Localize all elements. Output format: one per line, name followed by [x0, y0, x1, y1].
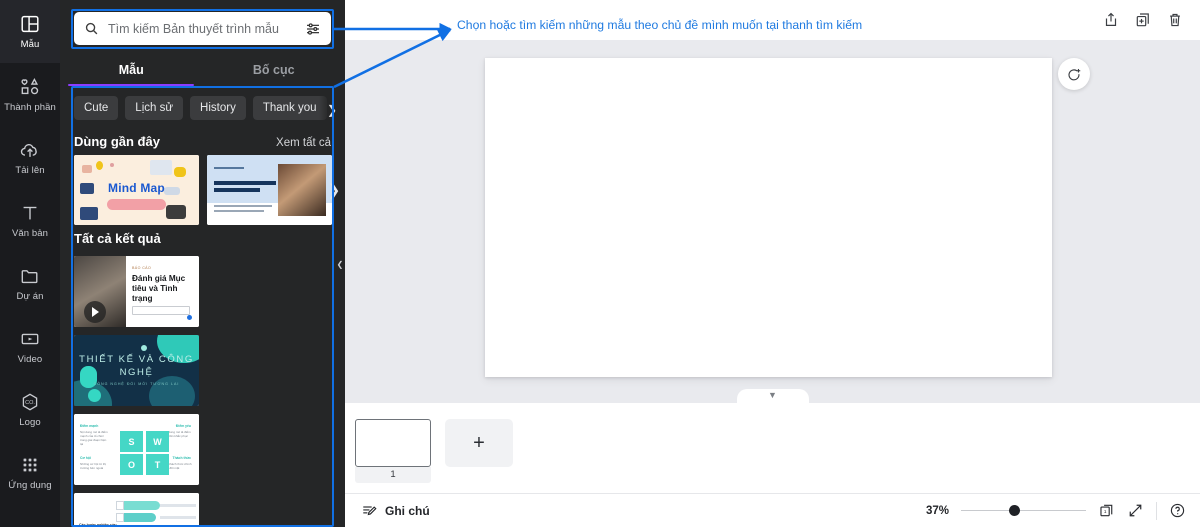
zoom-level: 37% — [925, 504, 949, 517]
svg-text:1: 1 — [1104, 509, 1107, 515]
rail-item-logo[interactable]: CO. Logo — [0, 378, 60, 441]
section-title: Tất cả kết quả — [74, 231, 161, 246]
template-card[interactable]: Điểm mạnh Nội dung mô tả điểm mạnh của t… — [74, 414, 199, 485]
search-placeholder: Tìm kiếm Bản thuyết trình mẫu — [108, 21, 279, 36]
svg-text:CO.: CO. — [25, 400, 35, 406]
search-area: Tìm kiếm Bản thuyết trình mẫu — [60, 0, 345, 45]
search-input[interactable]: Tìm kiếm Bản thuyết trình mẫu — [74, 12, 331, 45]
rail-label: Logo — [19, 417, 41, 428]
template-icon — [19, 13, 41, 35]
tab-layouts[interactable]: Bố cục — [203, 57, 346, 86]
duplicate-page-icon[interactable] — [1134, 11, 1152, 29]
zoom-slider[interactable] — [961, 504, 1086, 518]
tune-sliders-icon[interactable] — [305, 21, 321, 37]
rail-item-text[interactable]: Văn bản — [0, 189, 60, 252]
left-tool-rail: Mẫu Thành phần Tải lên Văn bản Dự án Vid… — [0, 0, 60, 527]
swot-s: S — [120, 431, 143, 452]
bottom-bar: Ghi chú 37% 1 — [345, 493, 1200, 527]
text-icon — [19, 202, 41, 224]
template-title: Các bước nghiên cứu — [79, 523, 117, 527]
chip-cute[interactable]: Cute — [74, 96, 119, 120]
pages-stack-icon[interactable]: 1 — [1098, 502, 1115, 519]
chip-thank-you[interactable]: Thank you — [252, 96, 327, 120]
chevron-right-icon[interactable]: ❯ — [325, 170, 343, 210]
rail-label: Văn bản — [11, 228, 49, 239]
template-subtitle: CÔNG NGHỆ ĐỔI MỚI TƯƠNG LAI — [93, 382, 180, 386]
see-all-link[interactable]: Xem tất cả — [276, 137, 331, 149]
results-grid: BÁO CÁO Đánh giá Mục tiêu và Tình trạng … — [60, 252, 345, 527]
template-card[interactable] — [207, 155, 332, 225]
section-title: Dùng gần đây — [74, 134, 160, 149]
rail-item-apps[interactable]: Ứng dụng — [0, 441, 60, 504]
play-icon — [84, 301, 106, 323]
page-thumb-image[interactable] — [355, 419, 431, 467]
canva-editor-screen: Mẫu Thành phần Tải lên Văn bản Dự án Vid… — [0, 0, 1200, 527]
panel-tabs: Mẫu Bố cục — [60, 57, 345, 86]
template-title: Mind Map — [108, 181, 165, 195]
rail-label: Ứng dụng — [8, 480, 52, 491]
search-icon — [84, 21, 99, 36]
add-page-button[interactable]: + — [445, 419, 513, 467]
toolbar-divider — [1156, 501, 1157, 520]
folder-icon — [19, 265, 41, 287]
slider-knob[interactable] — [1009, 505, 1020, 516]
template-title: Đánh giá Mục tiêu và Tình trạng — [132, 274, 186, 303]
rail-item-video[interactable]: Video — [0, 315, 60, 378]
rail-item-projects[interactable]: Dự án — [0, 252, 60, 315]
video-icon — [19, 328, 41, 350]
tab-templates[interactable]: Mẫu — [60, 57, 203, 86]
notes-label: Ghi chú — [385, 503, 430, 518]
apps-grid-icon — [19, 454, 41, 476]
panel-collapse-handle[interactable]: ❮ — [335, 238, 345, 290]
results-section-header: Tất cả kết quả — [60, 225, 345, 252]
logo-icon: CO. — [19, 391, 41, 413]
add-page-export-icon[interactable] — [1102, 11, 1120, 29]
page-number: 1 — [355, 467, 431, 483]
swot-t: T — [146, 454, 169, 475]
upload-cloud-icon — [19, 139, 41, 161]
editor-stage: ❮ ▼ 1 + Ghi chú 37% 1 — [335, 0, 1200, 527]
chevron-right-icon[interactable]: ❯ — [319, 96, 345, 123]
template-card[interactable]: Các bước nghiên cứu Quy trình thực hiện — [74, 493, 199, 527]
templates-panel: Tìm kiếm Bản thuyết trình mẫu Mẫu Bố cục… — [60, 0, 345, 527]
template-kicker: BÁO CÁO — [132, 266, 152, 270]
chevron-down-icon[interactable]: ▼ — [736, 389, 809, 405]
expand-arrows-icon[interactable] — [1127, 502, 1144, 519]
rail-label: Video — [17, 354, 43, 365]
page-thumbnail[interactable]: 1 — [355, 419, 431, 483]
notes-pencil-icon — [361, 503, 377, 519]
help-question-icon[interactable] — [1169, 502, 1186, 519]
rail-item-templates[interactable]: Mẫu — [0, 0, 60, 63]
delete-page-icon[interactable] — [1166, 11, 1184, 29]
rail-label: Tải lên — [15, 165, 45, 176]
template-card[interactable]: Mind Map — [74, 155, 199, 225]
recent-section-header: Dùng gần đây Xem tất cả — [60, 128, 345, 155]
page-strip: ▼ 1 + — [345, 389, 1200, 493]
slide-canvas[interactable] — [485, 58, 1052, 377]
swot-o: O — [120, 454, 143, 475]
rail-label: Dự án — [16, 291, 44, 302]
canvas-topbar — [345, 0, 1200, 40]
add-comment-icon[interactable] — [1058, 58, 1090, 90]
chip-history[interactable]: History — [190, 96, 246, 120]
template-card[interactable]: THIẾT KẾ VÀ CÔNG NGHỆ CÔNG NGHỆ ĐỔI MỚI … — [74, 335, 199, 406]
rail-item-uploads[interactable]: Tải lên — [0, 126, 60, 189]
template-title: THIẾT KẾ VÀ CÔNG NGHỆ — [79, 354, 194, 378]
notes-button[interactable]: Ghi chú — [361, 503, 430, 519]
rail-label: Mẫu — [20, 39, 40, 50]
rail-label: Thành phần — [4, 102, 56, 113]
template-card[interactable]: BÁO CÁO Đánh giá Mục tiêu và Tình trạng — [74, 256, 199, 327]
chip-lich-su[interactable]: Lịch sử — [125, 96, 184, 120]
elements-icon — [19, 76, 41, 98]
category-chips: Cute Lịch sử History Thank you C ❯ — [60, 86, 345, 128]
rail-item-elements[interactable]: Thành phần — [0, 63, 60, 126]
swot-w: W — [146, 431, 169, 452]
slider-track — [961, 509, 1086, 512]
recent-row: Mind Map ❯ — [60, 155, 345, 225]
